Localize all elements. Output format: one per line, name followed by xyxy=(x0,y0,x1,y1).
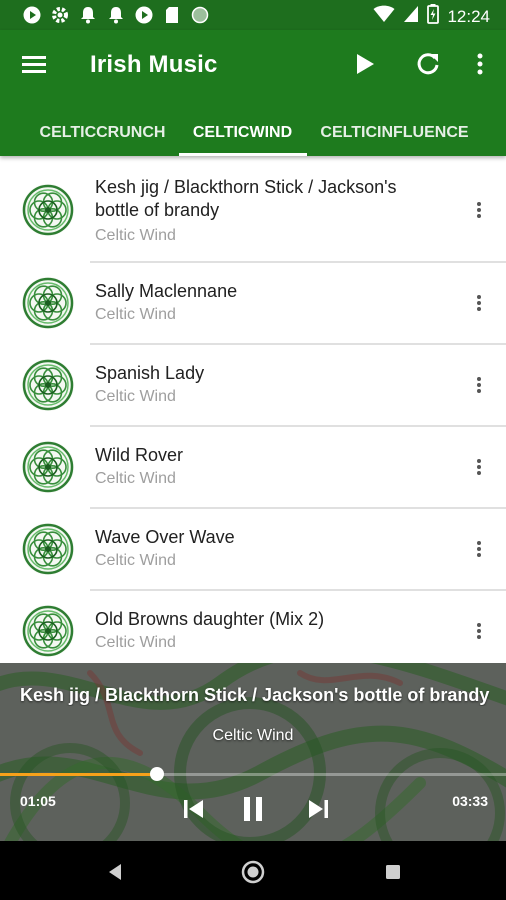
battery-icon xyxy=(427,4,440,29)
track-artist: Celtic Wind xyxy=(95,470,176,487)
album-art-thumbnail xyxy=(21,358,75,412)
play-circle-icon xyxy=(134,5,154,25)
track-list[interactable]: Kesh jig / Blackthorn Stick / Jackson's … xyxy=(0,158,506,663)
pause-icon xyxy=(244,797,262,821)
wifi-icon xyxy=(373,5,395,28)
album-art-thumbnail xyxy=(21,440,75,494)
track-row[interactable]: Spanish Lady Celtic Wind xyxy=(0,345,506,427)
gear-icon xyxy=(50,5,70,25)
track-artist: Celtic Wind xyxy=(95,388,176,405)
home-icon xyxy=(241,860,265,884)
now-playing-artist: Celtic Wind xyxy=(212,727,294,744)
sd-card-icon xyxy=(162,5,182,25)
skip-next-icon xyxy=(309,800,328,818)
next-button[interactable] xyxy=(300,791,336,827)
more-vert-icon xyxy=(477,541,481,557)
elapsed-time: 01:05 xyxy=(20,793,56,809)
status-bar: 12:24 xyxy=(0,0,506,30)
track-title: Wave Over Wave xyxy=(95,527,235,547)
tab-celticwind[interactable]: CELTICWIND xyxy=(178,110,307,156)
track-more-button[interactable] xyxy=(467,534,491,564)
tab-celticinfluence[interactable]: CELTICINFLUENCE xyxy=(307,110,482,156)
play-circle-icon xyxy=(22,5,42,25)
refresh-icon xyxy=(417,53,439,75)
more-vert-icon xyxy=(477,623,481,639)
pause-button[interactable] xyxy=(235,791,271,827)
bell-icon xyxy=(78,5,98,25)
track-title: Old Browns daughter (Mix 2) xyxy=(95,609,325,629)
back-button[interactable] xyxy=(102,859,128,885)
system-status: 12:24 xyxy=(373,4,490,29)
signal-icon xyxy=(403,5,419,28)
album-art-thumbnail xyxy=(21,276,75,330)
recents-button[interactable] xyxy=(380,859,406,885)
app-bar: Irish Music CELTICCRUNCH CELTICWIND CELT… xyxy=(0,30,506,156)
track-artist: Celtic Wind xyxy=(95,227,176,244)
seek-bar[interactable] xyxy=(0,767,506,781)
menu-button[interactable] xyxy=(20,52,50,78)
track-row[interactable]: Wave Over Wave Celtic Wind xyxy=(0,509,506,591)
total-time: 03:33 xyxy=(452,793,488,809)
previous-button[interactable] xyxy=(176,791,212,827)
system-navigation-bar xyxy=(0,841,506,900)
skip-previous-icon xyxy=(184,800,203,818)
more-vert-icon xyxy=(477,202,481,218)
tab-celticcrunch[interactable]: CELTICCRUNCH xyxy=(20,110,185,156)
track-row[interactable]: Sally Maclennane Celtic Wind xyxy=(0,263,506,345)
track-artist: Celtic Wind xyxy=(95,552,176,569)
notification-icons xyxy=(22,5,210,25)
refresh-button[interactable] xyxy=(412,48,444,80)
bell-icon xyxy=(106,5,126,25)
album-art-thumbnail xyxy=(21,183,75,237)
track-row[interactable]: Kesh jig / Blackthorn Stick / Jackson's … xyxy=(0,158,506,263)
now-playing-panel: Kesh jig / Blackthorn Stick / Jackson's … xyxy=(0,663,506,841)
recents-icon xyxy=(386,865,400,879)
home-button[interactable] xyxy=(240,859,266,885)
more-vert-icon xyxy=(477,459,481,475)
track-more-button[interactable] xyxy=(467,370,491,400)
track-row[interactable]: Old Browns daughter (Mix 2) Celtic Wind xyxy=(0,591,506,663)
track-title: Spanish Lady xyxy=(95,363,205,383)
play-icon xyxy=(357,54,374,74)
track-title: Kesh jig / Blackthorn Stick / Jackson's … xyxy=(95,177,397,220)
overflow-menu-button[interactable] xyxy=(464,48,496,80)
dot-icon xyxy=(190,5,210,25)
track-more-button[interactable] xyxy=(467,452,491,482)
more-vert-icon xyxy=(477,295,481,311)
more-vert-icon xyxy=(477,377,481,393)
track-more-button[interactable] xyxy=(467,616,491,646)
track-artist: Celtic Wind xyxy=(95,634,176,651)
track-more-button[interactable] xyxy=(467,195,491,225)
back-icon xyxy=(109,864,121,880)
more-vert-icon xyxy=(477,53,483,75)
hamburger-menu-icon xyxy=(22,56,46,73)
play-all-button[interactable] xyxy=(349,48,381,80)
app-title: Irish Music xyxy=(90,51,218,78)
selected-tab-indicator xyxy=(179,153,307,156)
album-art-thumbnail xyxy=(21,522,75,576)
track-row[interactable]: Wild Rover Celtic Wind xyxy=(0,427,506,509)
track-artist: Celtic Wind xyxy=(95,306,176,323)
seek-thumb[interactable] xyxy=(149,767,164,781)
tab-bar: CELTICCRUNCH CELTICWIND CELTICINFLUENCE xyxy=(0,110,506,156)
track-title: Sally Maclennane xyxy=(95,281,238,301)
track-more-button[interactable] xyxy=(467,288,491,318)
seek-progress xyxy=(0,773,157,776)
now-playing-title: Kesh jig / Blackthorn Stick / Jackson's … xyxy=(20,685,490,705)
track-title: Wild Rover xyxy=(95,445,184,465)
status-time: 12:24 xyxy=(447,6,490,26)
album-art-thumbnail xyxy=(21,604,75,658)
